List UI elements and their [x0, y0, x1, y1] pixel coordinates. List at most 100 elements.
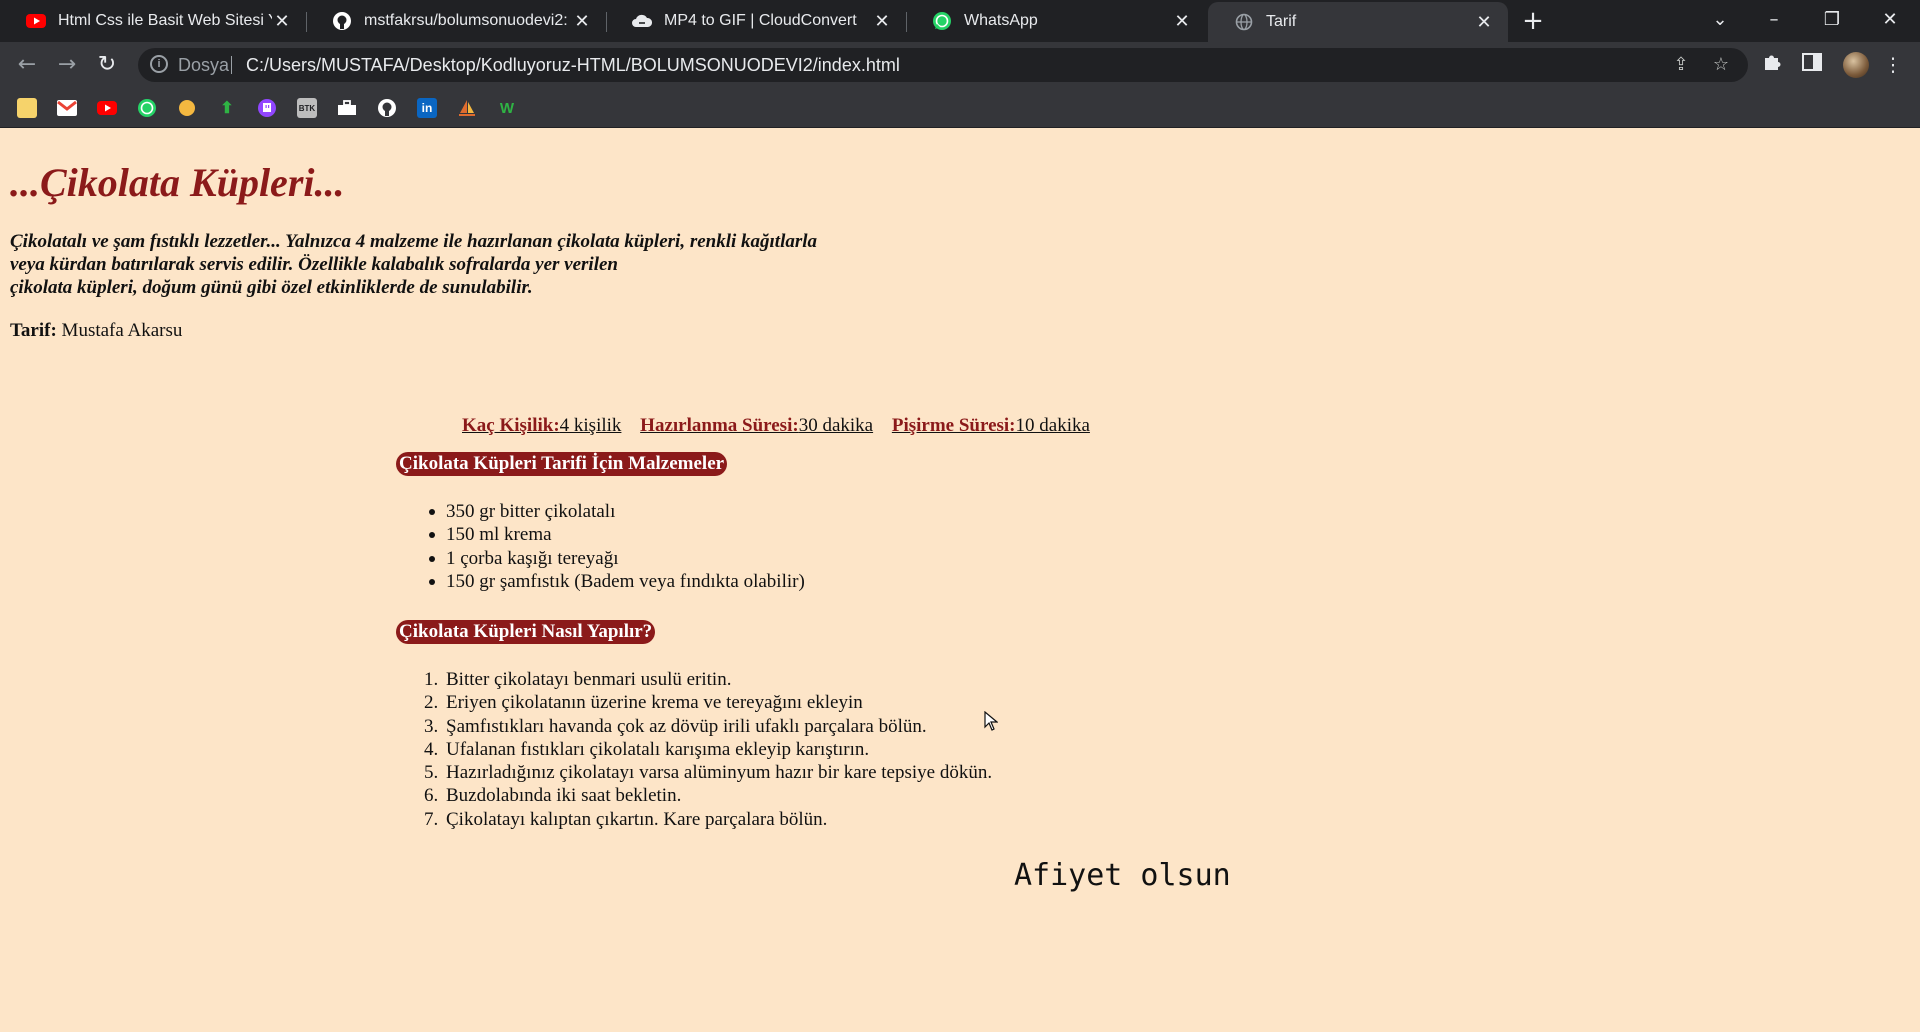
scheme-label: Dosya: [178, 55, 230, 75]
whatsapp-icon: [932, 11, 952, 31]
youtube-icon[interactable]: [97, 98, 117, 118]
w-icon[interactable]: W: [497, 98, 517, 118]
steps-heading: Çikolata Küpleri Nasıl Yapılır?: [396, 620, 656, 644]
servings-value: 4 kişilik: [559, 415, 622, 436]
list-item: 150 ml krema: [429, 523, 805, 546]
github-icon[interactable]: [377, 98, 397, 118]
sailboat-icon[interactable]: [457, 98, 477, 118]
note-icon[interactable]: [17, 98, 37, 118]
reload-button[interactable]: ↻: [92, 50, 122, 80]
author-label: Tarif:: [10, 320, 57, 341]
cook-time-value: 10 dakika: [1015, 415, 1090, 436]
side-panel-icon[interactable]: [1799, 52, 1825, 78]
step-text: Bitter çikolatayı benmari usulü eritin.: [446, 669, 732, 690]
servings-link[interactable]: Kaç Kişilik:4 kişilik: [462, 415, 621, 436]
list-item: 7. Çikolatayı kalıptan çıkartın. Kare par…: [424, 808, 992, 831]
steps-list: 1. Bitter çikolatayı benmari usulü eritin…: [424, 668, 992, 831]
prep-time-value: 30 dakika: [798, 415, 874, 436]
share-icon[interactable]: ⇪: [1670, 54, 1692, 76]
extensions-puzzle-icon[interactable]: [1759, 52, 1785, 78]
intro-paragraph: Çikolatalı ve şam fıstıklı lezzetler... …: [10, 230, 910, 299]
list-item: 1 çorba kaşığı tereyağı: [429, 547, 805, 570]
whatsapp-icon[interactable]: [137, 98, 157, 118]
farewell-text: Afiyet olsun: [1014, 858, 1231, 893]
intro-line: veya kürdan batırılarak servis edilir. Ö…: [10, 254, 618, 275]
briefcase-icon[interactable]: [337, 98, 357, 118]
gmail-icon[interactable]: [57, 98, 77, 118]
step-number: 3.: [424, 715, 439, 737]
forward-button[interactable]: →: [52, 50, 82, 80]
page-content: ...Çikolata Küpleri... Çikolatalı ve şam…: [0, 129, 1920, 1032]
circle-icon[interactable]: [177, 98, 197, 118]
ingredients-list: 350 gr bitter çikolatalı 150 ml krema 1 …: [429, 500, 805, 593]
recipe-meta: Kaç Kişilik:4 kişilik Hazırlanma Süresi:…: [462, 415, 1104, 437]
youtube-icon: [26, 11, 46, 31]
new-tab-button[interactable]: +: [1520, 8, 1546, 34]
tab-strip: Html Css ile Basit Web Sitesi Yapımı ✕ m…: [0, 0, 1920, 42]
cook-time-label: Pişirme Süresi:: [891, 415, 1016, 436]
step-text: Hazırladığınız çikolatayı varsa alüminyu…: [446, 762, 993, 784]
address-bar[interactable]: i Dosya C:/Users/MUSTAFA/Desktop/Kodluyo…: [138, 48, 1748, 82]
tab-whatsapp[interactable]: WhatsApp ✕: [906, 0, 1206, 42]
page-title: ...Çikolata Küpleri...: [10, 160, 345, 205]
cook-time-link[interactable]: Pişirme Süresi:10 dakika: [892, 415, 1090, 436]
scheme-divider: [231, 56, 232, 74]
back-button[interactable]: ←: [12, 50, 42, 80]
tab-github[interactable]: mstfakrsu/bolumsonuodevi2: Bölüm ✕: [306, 0, 606, 42]
tab-title: mstfakrsu/bolumsonuodevi2: Bölüm: [364, 12, 572, 29]
prep-time-link[interactable]: Hazırlanma Süresi:30 dakika: [640, 415, 873, 436]
step-number: 6.: [424, 785, 439, 807]
tab-tarif[interactable]: Tarif ✕: [1208, 2, 1508, 42]
close-tab-icon[interactable]: ✕: [1474, 12, 1494, 32]
close-tab-icon[interactable]: ✕: [572, 11, 592, 31]
github-icon: [332, 11, 352, 31]
tab-title: MP4 to GIF | CloudConvert: [664, 12, 857, 29]
twitch-icon[interactable]: [257, 98, 277, 118]
ingredients-heading: Çikolata Küpleri Tarifi İçin Malzemeler: [396, 452, 728, 476]
author-line: Tarif: Mustafa Akarsu: [10, 320, 182, 342]
tab-title: WhatsApp: [964, 12, 1038, 29]
more-menu-icon[interactable]: ⋮: [1880, 52, 1906, 78]
tab-title: Tarif: [1266, 13, 1297, 30]
tab-search-icon[interactable]: ⌄: [1698, 4, 1742, 36]
list-item: 4. Ufalanan fıstıkları çikolatalı karışım…: [424, 738, 992, 761]
step-number: 7.: [424, 808, 439, 830]
step-text: Eriyen çikolatanın üzerine krema ve tere…: [446, 692, 863, 714]
info-icon[interactable]: i: [150, 55, 168, 73]
profile-avatar[interactable]: [1843, 52, 1869, 78]
list-item: 2. Eriyen çikolatanın üzerine krema ve te…: [424, 691, 992, 714]
arrow-up-icon[interactable]: ⬆: [217, 98, 237, 118]
step-text: Çikolatayı kalıptan çıkartın. Kare parça…: [446, 808, 828, 830]
list-item: 5. Hazırladığınız çikolatayı varsa alümin…: [424, 761, 992, 784]
prep-time-label: Hazırlanma Süresi:: [640, 415, 799, 436]
step-text: Ufalanan fıstıkları çikolatalı karışıma …: [446, 738, 870, 760]
tab-youtube[interactable]: Html Css ile Basit Web Sitesi Yapımı ✕: [0, 0, 306, 42]
list-item: 1. Bitter çikolatayı benmari usulü eritin…: [424, 668, 992, 691]
bookmarks-bar: ⬆ BTK in W: [0, 88, 1920, 128]
close-window-button[interactable]: ✕: [1868, 4, 1912, 36]
linkedin-icon[interactable]: in: [417, 98, 437, 118]
minimize-button[interactable]: –: [1752, 4, 1796, 36]
close-tab-icon[interactable]: ✕: [872, 11, 892, 31]
list-item: 150 gr şamfıstık (Badem veya fındıkta ol…: [429, 570, 805, 592]
restore-button[interactable]: ❐: [1810, 4, 1854, 36]
close-tab-icon[interactable]: ✕: [1172, 11, 1192, 31]
tab-cloudconvert[interactable]: MP4 to GIF | CloudConvert ✕: [606, 0, 906, 42]
close-tab-icon[interactable]: ✕: [272, 11, 292, 31]
step-text: Buzdolabında iki saat bekletin.: [446, 785, 682, 807]
step-text: Şamfıstıkları havanda çok az dövüp irili…: [446, 715, 927, 737]
btk-icon[interactable]: BTK: [297, 98, 317, 118]
step-number: 5.: [424, 762, 439, 784]
servings-label: Kaç Kişilik:: [462, 415, 560, 436]
tab-title: Html Css ile Basit Web Sitesi Yapımı: [58, 12, 272, 29]
browser-toolbar: ← → ↻ i Dosya C:/Users/MUSTAFA/Desktop/K…: [0, 42, 1920, 88]
intro-line: çikolata küpleri, doğum günü gibi özel e…: [10, 277, 533, 298]
list-item: 350 gr bitter çikolatalı: [429, 500, 805, 523]
list-item: 6. Buzdolabında iki saat bekletin.: [424, 784, 992, 807]
step-number: 1.: [424, 669, 439, 690]
url-text[interactable]: C:/Users/MUSTAFA/Desktop/Kodluyoruz-HTML…: [246, 55, 900, 76]
bookmark-star-icon[interactable]: ☆: [1710, 54, 1732, 76]
cloudconvert-icon: [632, 11, 652, 31]
list-item: 3. Şamfıstıkları havanda çok az dövüp iri…: [424, 715, 992, 738]
author-name: Mustafa Akarsu: [61, 320, 183, 341]
